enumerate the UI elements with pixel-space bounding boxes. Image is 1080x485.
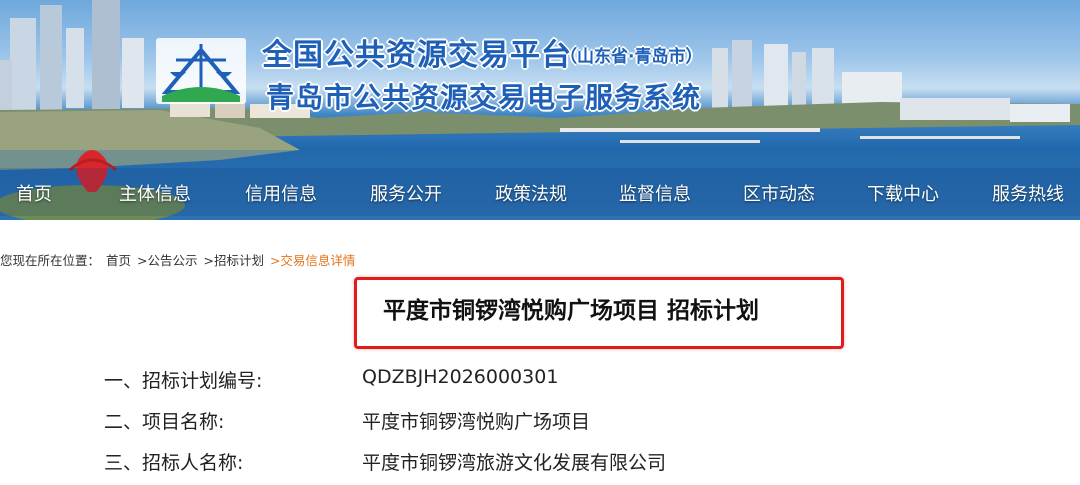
detail-row: 一、招标计划编号: QDZBJH2026000301 — [0, 366, 1080, 400]
field-value: QDZBJH2026000301 — [362, 366, 559, 388]
nav-item-home[interactable]: 首页 — [16, 180, 52, 206]
nav-item-district-news[interactable]: 区市动态 — [743, 180, 815, 206]
breadcrumb-current: >交易信息详情 — [269, 253, 356, 268]
system-title: 青岛市公共资源交易电子服务系统 — [266, 81, 702, 114]
platform-logo — [156, 38, 246, 104]
field-value: 平度市铜锣湾悦购广场项目 — [362, 411, 591, 433]
nav-item-service-public[interactable]: 服务公开 — [370, 180, 442, 206]
nav-item-credit-info[interactable]: 信用信息 — [245, 180, 317, 206]
nav-item-hotline[interactable]: 服务热线 — [992, 180, 1064, 206]
main-nav: 首页 主体信息 信用信息 服务公开 政策法规 监督信息 区市动态 下载中心 服务… — [0, 168, 1080, 216]
breadcrumb-prefix: 您现在所在位置： — [0, 253, 101, 268]
breadcrumb-bidding-plan[interactable]: >招标计划 — [203, 253, 263, 268]
detail-row: 二、项目名称: 平度市铜锣湾悦购广场项目 — [0, 407, 1080, 441]
breadcrumb: 您现在所在位置： 首页 >公告公示 >招标计划 >交易信息详情 — [0, 250, 357, 269]
platform-region: （山东省·青岛市） — [560, 47, 703, 67]
platform-title: 全国公共资源交易平台 — [262, 38, 572, 73]
breadcrumb-home[interactable]: 首页 — [106, 253, 131, 268]
breadcrumb-announcements[interactable]: >公告公示 — [137, 253, 197, 268]
nav-item-policies[interactable]: 政策法规 — [495, 180, 567, 206]
field-value: 平度市铜锣湾旅游文化发展有限公司 — [362, 452, 667, 474]
nav-item-downloads[interactable]: 下载中心 — [867, 180, 939, 206]
nav-item-supervision[interactable]: 监督信息 — [619, 180, 691, 206]
detail-row: 三、招标人名称: 平度市铜锣湾旅游文化发展有限公司 — [0, 448, 1080, 482]
header-banner: 全国公共资源交易平台 （山东省·青岛市） 青岛市公共资源交易电子服务系统 首页 … — [0, 0, 1080, 220]
nav-item-subject-info[interactable]: 主体信息 — [119, 180, 191, 206]
field-label: 一、招标计划编号: — [104, 370, 263, 392]
notice-title: 平度市铜锣湾悦购广场项目 招标计划 — [383, 298, 760, 324]
field-label: 二、项目名称: — [104, 411, 225, 433]
field-label: 三、招标人名称: — [104, 452, 244, 474]
